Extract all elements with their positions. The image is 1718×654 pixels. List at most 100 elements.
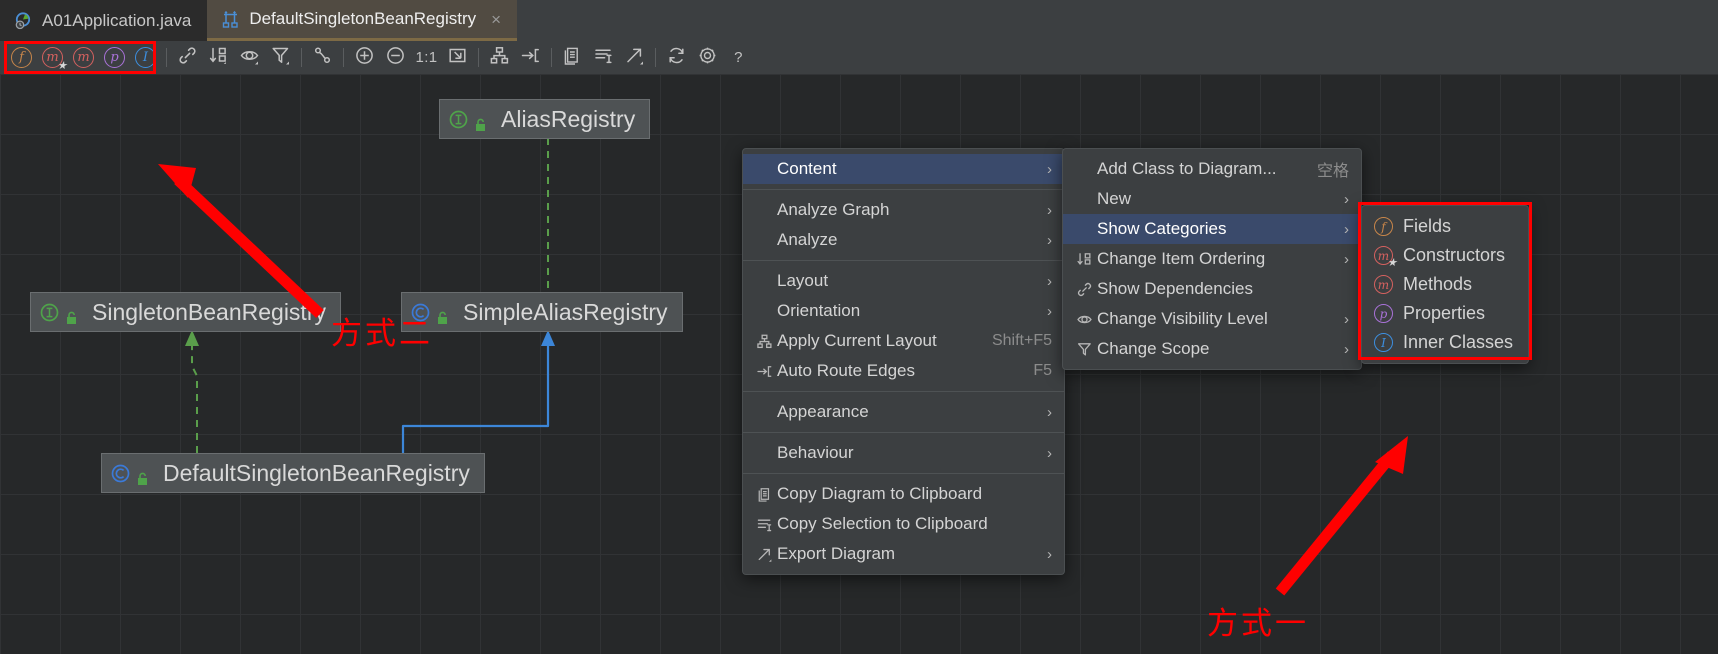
interface-icon (39, 302, 60, 323)
copy-selection-icon (753, 516, 775, 533)
chevron-right-icon: › (1047, 403, 1052, 421)
show-inner-classes-button[interactable]: I (130, 44, 161, 71)
zoom-in-button[interactable] (349, 44, 380, 71)
menu-item-layout[interactable]: Layout › (743, 266, 1064, 296)
eye-icon (239, 45, 260, 71)
zoom-out-button[interactable] (380, 44, 411, 71)
edges-button[interactable] (307, 44, 338, 71)
eye-icon (1073, 311, 1095, 328)
chevron-right-icon: › (1344, 310, 1349, 328)
show-categories-submenu[interactable]: f Fields m ★ Constructors m Methods p Pr… (1361, 205, 1529, 364)
methods-icon: m (73, 47, 94, 68)
menu-item-methods[interactable]: m Methods (1362, 270, 1528, 299)
copy-icon (753, 486, 775, 503)
menu-item-fields[interactable]: f Fields (1362, 212, 1528, 241)
change-visibility-level-button[interactable] (234, 44, 265, 71)
chevron-right-icon: › (1047, 444, 1052, 462)
menu-item-orientation[interactable]: Orientation › (743, 296, 1064, 326)
tab-defaultsingletonbeanregistry[interactable]: DefaultSingletonBeanRegistry × (207, 0, 518, 41)
menu-item-shortcut: Shift+F5 (991, 332, 1052, 349)
toolbar-divider (166, 48, 167, 67)
menu-item-properties[interactable]: p Properties (1362, 299, 1528, 328)
tab-label: DefaultSingletonBeanRegistry (249, 9, 477, 28)
fields-icon: f (11, 47, 32, 68)
close-icon[interactable]: × (491, 11, 501, 28)
chevron-right-icon: › (1047, 302, 1052, 320)
toolbar-divider (655, 48, 656, 67)
change-item-ordering-button[interactable] (203, 44, 234, 71)
menu-item-show-dependencies[interactable]: Show Dependencies (1063, 274, 1361, 304)
copy-diagram-to-clipboard-button[interactable] (557, 44, 588, 71)
export-icon (624, 45, 645, 71)
show-fields-button[interactable]: f (6, 44, 37, 71)
properties-icon: p (1374, 304, 1393, 323)
apply-current-layout-button[interactable] (484, 44, 515, 71)
menu-item-content[interactable]: Content › (743, 154, 1064, 184)
change-scope-button[interactable] (265, 44, 296, 71)
menu-item-change-visibility-level[interactable]: Change Visibility Level › (1063, 304, 1361, 334)
node-alias-registry[interactable]: AliasRegistry (439, 99, 651, 139)
properties-icon: p (104, 47, 125, 68)
fit-content-button[interactable] (442, 44, 473, 71)
menu-item-new[interactable]: New › (1063, 184, 1361, 214)
actual-size-button[interactable]: 1:1 (411, 44, 442, 71)
tab-a01application-java[interactable]: A01Application.java (0, 0, 208, 41)
show-properties-button[interactable]: p (99, 44, 130, 71)
menu-item-export-diagram[interactable]: Export Diagram › (743, 539, 1064, 569)
export-diagram-button[interactable] (619, 44, 650, 71)
menu-separator (743, 260, 1064, 261)
node-singleton-bean-registry[interactable]: SingletonBeanRegistry (30, 292, 341, 332)
help-button[interactable]: ? (723, 44, 754, 71)
inner-classes-icon: I (1374, 333, 1393, 352)
content-submenu[interactable]: Add Class to Diagram... 空格 New › Show Ca… (1062, 148, 1362, 370)
show-constructors-button[interactable]: m ★ (37, 44, 68, 71)
chevron-right-icon: › (1047, 272, 1052, 290)
node-label: DefaultSingletonBeanRegistry (163, 459, 470, 486)
link-icon (177, 45, 198, 71)
menu-item-analyze[interactable]: Analyze › (743, 225, 1064, 255)
one-to-one-label: 1:1 (415, 49, 438, 66)
inner-classes-icon: I (135, 47, 156, 68)
menu-separator (743, 473, 1064, 474)
annotation-method-two: 方式二 (331, 316, 433, 352)
node-default-singleton-bean-registry[interactable]: DefaultSingletonBeanRegistry (101, 453, 485, 493)
show-methods-button[interactable]: m (68, 44, 99, 71)
menu-item-copy-selection-to-clipboard[interactable]: Copy Selection to Clipboard (743, 509, 1064, 539)
filter-icon (1073, 341, 1095, 358)
chevron-right-icon: › (1047, 160, 1052, 178)
toolbar-divider (551, 48, 552, 67)
auto-route-edges-button[interactable] (515, 44, 546, 71)
menu-item-change-scope[interactable]: Change Scope › (1063, 334, 1361, 364)
lock-public-icon (436, 305, 450, 324)
menu-item-behaviour[interactable]: Behaviour › (743, 438, 1064, 468)
refresh-button[interactable] (661, 44, 692, 71)
node-simple-alias-registry[interactable]: SimpleAliasRegistry (401, 292, 683, 332)
editor-tab-bar: A01Application.java DefaultSingletonBean… (0, 0, 1718, 41)
star-badge-icon: ★ (57, 59, 67, 72)
menu-item-add-class-to-diagram[interactable]: Add Class to Diagram... 空格 (1063, 154, 1361, 184)
node-label: SingletonBeanRegistry (92, 298, 326, 325)
menu-item-auto-route-edges[interactable]: Auto Route Edges F5 (743, 356, 1064, 386)
menu-item-appearance[interactable]: Appearance › (743, 397, 1064, 427)
settings-button[interactable] (692, 44, 723, 71)
show-dependencies-button[interactable] (172, 44, 203, 71)
chevron-right-icon: › (1344, 190, 1349, 208)
auto-route-icon (753, 363, 775, 380)
copy-selection-to-clipboard-button[interactable] (588, 44, 619, 71)
diagram-context-menu[interactable]: Content › Analyze Graph › Analyze › Layo… (742, 148, 1065, 575)
sort-icon (1073, 251, 1095, 268)
link-icon (1073, 281, 1095, 298)
menu-item-show-categories[interactable]: Show Categories › (1063, 214, 1361, 244)
menu-item-copy-diagram-to-clipboard[interactable]: Copy Diagram to Clipboard (743, 479, 1064, 509)
menu-item-constructors[interactable]: m ★ Constructors (1362, 241, 1528, 270)
menu-item-change-item-ordering[interactable]: Change Item Ordering › (1063, 244, 1361, 274)
gear-icon (697, 45, 718, 71)
plus-circle-icon (354, 45, 375, 71)
menu-item-analyze-graph[interactable]: Analyze Graph › (743, 195, 1064, 225)
chevron-right-icon: › (1344, 250, 1349, 268)
diagram-toolbar: f m ★ m p I 1:1 ? (0, 41, 1718, 74)
filter-icon (270, 45, 291, 71)
constructors-icon: m ★ (1374, 246, 1397, 268)
menu-item-inner-classes[interactable]: I Inner Classes (1362, 328, 1528, 357)
menu-item-apply-current-layout[interactable]: Apply Current Layout Shift+F5 (743, 326, 1064, 356)
